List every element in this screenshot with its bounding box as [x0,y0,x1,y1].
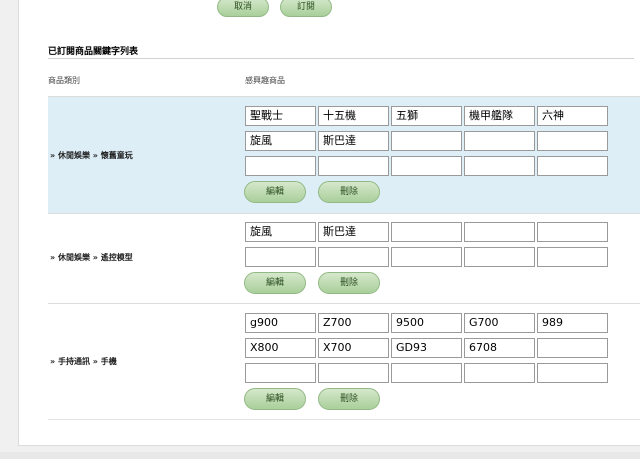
keyword-field[interactable] [464,222,535,242]
group-category-label: » 休閒娛樂 » 懷舊童玩 [50,151,133,160]
cancel-button[interactable]: 取消 [217,0,269,17]
keyword-field[interactable]: 機甲艦隊 [464,106,535,126]
keyword-field[interactable] [391,222,462,242]
group-category-label: » 休閒娛樂 » 遙控模型 [50,253,133,262]
keyword-field[interactable]: 斯巴達 [318,131,389,151]
page-bottom-shadow [0,452,640,459]
keyword-field[interactable] [318,156,389,176]
keyword-field[interactable] [464,131,535,151]
keyword-field[interactable]: 十五機 [318,106,389,126]
column-header-category: 商品類別 [48,76,80,85]
keyword-group-3: » 手持通訊 » 手機 g900 Z700 9500 G700 989 X800… [48,303,640,420]
edit-button[interactable]: 編輯 [244,181,306,203]
keyword-field[interactable]: Z700 [318,313,389,333]
keyword-field[interactable]: X800 [245,338,316,358]
edit-button[interactable]: 編輯 [244,388,306,410]
keyword-field[interactable] [391,363,462,383]
keyword-field[interactable] [245,156,316,176]
section-title: 已訂閱商品關鍵字列表 [48,47,139,57]
keyword-field[interactable]: X700 [318,338,389,358]
keyword-field[interactable] [245,363,316,383]
delete-button[interactable]: 刪除 [318,272,380,294]
keyword-field[interactable]: 989 [537,313,608,333]
keyword-field[interactable] [391,156,462,176]
delete-button[interactable]: 刪除 [318,388,380,410]
keyword-field[interactable] [464,156,535,176]
keyword-field[interactable] [464,247,535,267]
keyword-field[interactable]: 五獅 [391,106,462,126]
edit-button[interactable]: 編輯 [244,272,306,294]
keyword-field[interactable] [318,247,389,267]
keyword-field[interactable] [537,131,608,151]
keyword-field[interactable] [537,222,608,242]
keyword-field[interactable]: 9500 [391,313,462,333]
keyword-field[interactable]: 聖戰士 [245,106,316,126]
keyword-field[interactable] [537,363,608,383]
keyword-field[interactable] [318,363,389,383]
keyword-group-2: » 休閒娛樂 » 遙控模型 旋風 斯巴達 編輯 刪除 [48,213,640,303]
keyword-field[interactable]: 斯巴達 [318,222,389,242]
keyword-field[interactable]: 旋風 [245,222,316,242]
delete-button[interactable]: 刪除 [318,181,380,203]
keyword-field[interactable] [391,247,462,267]
group-category-label: » 手持通訊 » 手機 [50,357,117,366]
section-divider [48,58,634,59]
column-header-interest: 感興趣商品 [245,76,285,85]
keyword-field[interactable] [537,338,608,358]
keyword-field[interactable] [464,363,535,383]
keyword-field[interactable] [245,247,316,267]
keyword-field[interactable]: 六神 [537,106,608,126]
subscribe-button[interactable]: 訂閱 [280,0,332,17]
top-action-bar: 取消 訂閱 [0,0,640,20]
keyword-field[interactable]: g900 [245,313,316,333]
keyword-field[interactable] [391,131,462,151]
keyword-field[interactable]: 6708 [464,338,535,358]
keyword-field[interactable]: G700 [464,313,535,333]
keyword-field[interactable] [537,247,608,267]
keyword-field[interactable] [537,156,608,176]
keyword-field[interactable]: 旋風 [245,131,316,151]
keyword-field[interactable]: GD93 [391,338,462,358]
keyword-group-1: » 休閒娛樂 » 懷舊童玩 聖戰士 十五機 五獅 機甲艦隊 六神 旋風 斯巴達 … [48,96,640,213]
